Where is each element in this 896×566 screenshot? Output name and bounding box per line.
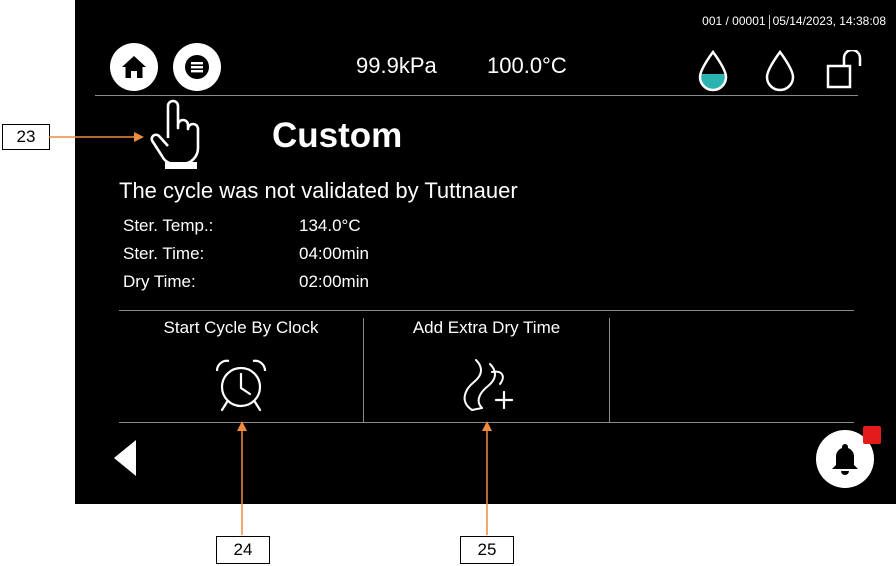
callout-23-arrowhead — [134, 132, 144, 142]
callout-arrows — [49, 132, 492, 535]
callout-25-arrowhead — [482, 421, 492, 431]
callout-24-arrowhead — [237, 421, 247, 431]
